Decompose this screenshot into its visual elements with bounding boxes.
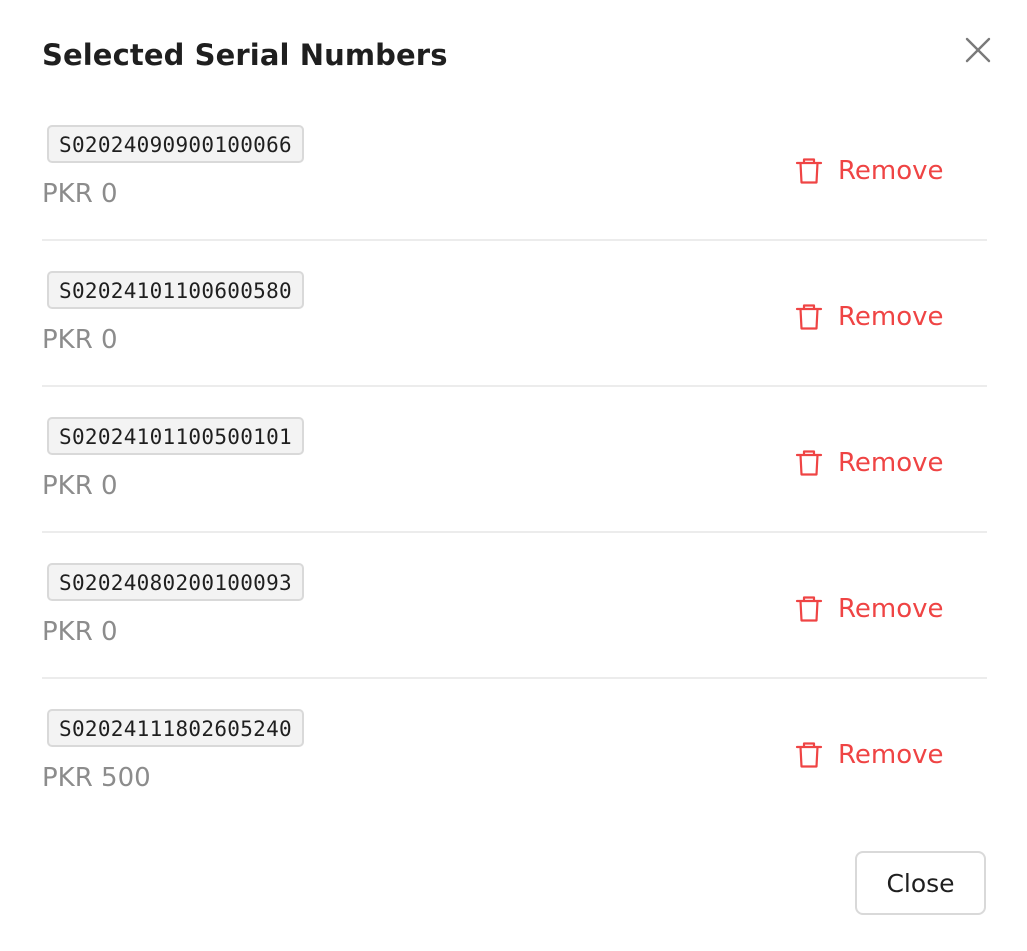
remove-button[interactable]: Remove [794, 589, 944, 629]
remove-button[interactable]: Remove [794, 735, 944, 775]
price-text: PKR 0 [42, 617, 118, 647]
list-item: S02024111802605240 PKR 500 Remove [42, 679, 987, 825]
close-icon[interactable] [958, 30, 998, 70]
price-text: PKR 0 [42, 179, 118, 209]
trash-icon [794, 448, 824, 478]
price-text: PKR 500 [42, 763, 151, 793]
remove-button[interactable]: Remove [794, 297, 944, 337]
trash-icon [794, 740, 824, 770]
trash-icon [794, 302, 824, 332]
serial-tag: S02024101100600580 [47, 271, 304, 309]
remove-label: Remove [838, 740, 944, 770]
remove-label: Remove [838, 302, 944, 332]
price-text: PKR 0 [42, 325, 118, 355]
list-item: S02024090900100066 PKR 0 Remove [42, 95, 987, 241]
remove-label: Remove [838, 594, 944, 624]
remove-button[interactable]: Remove [794, 443, 944, 483]
serial-tag: S02024101100500101 [47, 417, 304, 455]
remove-button[interactable]: Remove [794, 151, 944, 191]
price-text: PKR 0 [42, 471, 118, 501]
list-item: S02024080200100093 PKR 0 Remove [42, 533, 987, 679]
close-button[interactable]: Close [855, 851, 986, 915]
trash-icon [794, 594, 824, 624]
serial-tag: S02024111802605240 [47, 709, 304, 747]
serial-numbers-modal: Selected Serial Numbers S020240909001000… [0, 0, 1027, 951]
trash-icon [794, 156, 824, 186]
serial-tag: S02024080200100093 [47, 563, 304, 601]
list-item: S02024101100500101 PKR 0 Remove [42, 387, 987, 533]
serial-list: S02024090900100066 PKR 0 Remove S0202410… [42, 95, 987, 825]
serial-tag: S02024090900100066 [47, 125, 304, 163]
remove-label: Remove [838, 448, 944, 478]
list-item: S02024101100600580 PKR 0 Remove [42, 241, 987, 387]
remove-label: Remove [838, 156, 944, 186]
modal-title: Selected Serial Numbers [42, 38, 448, 72]
